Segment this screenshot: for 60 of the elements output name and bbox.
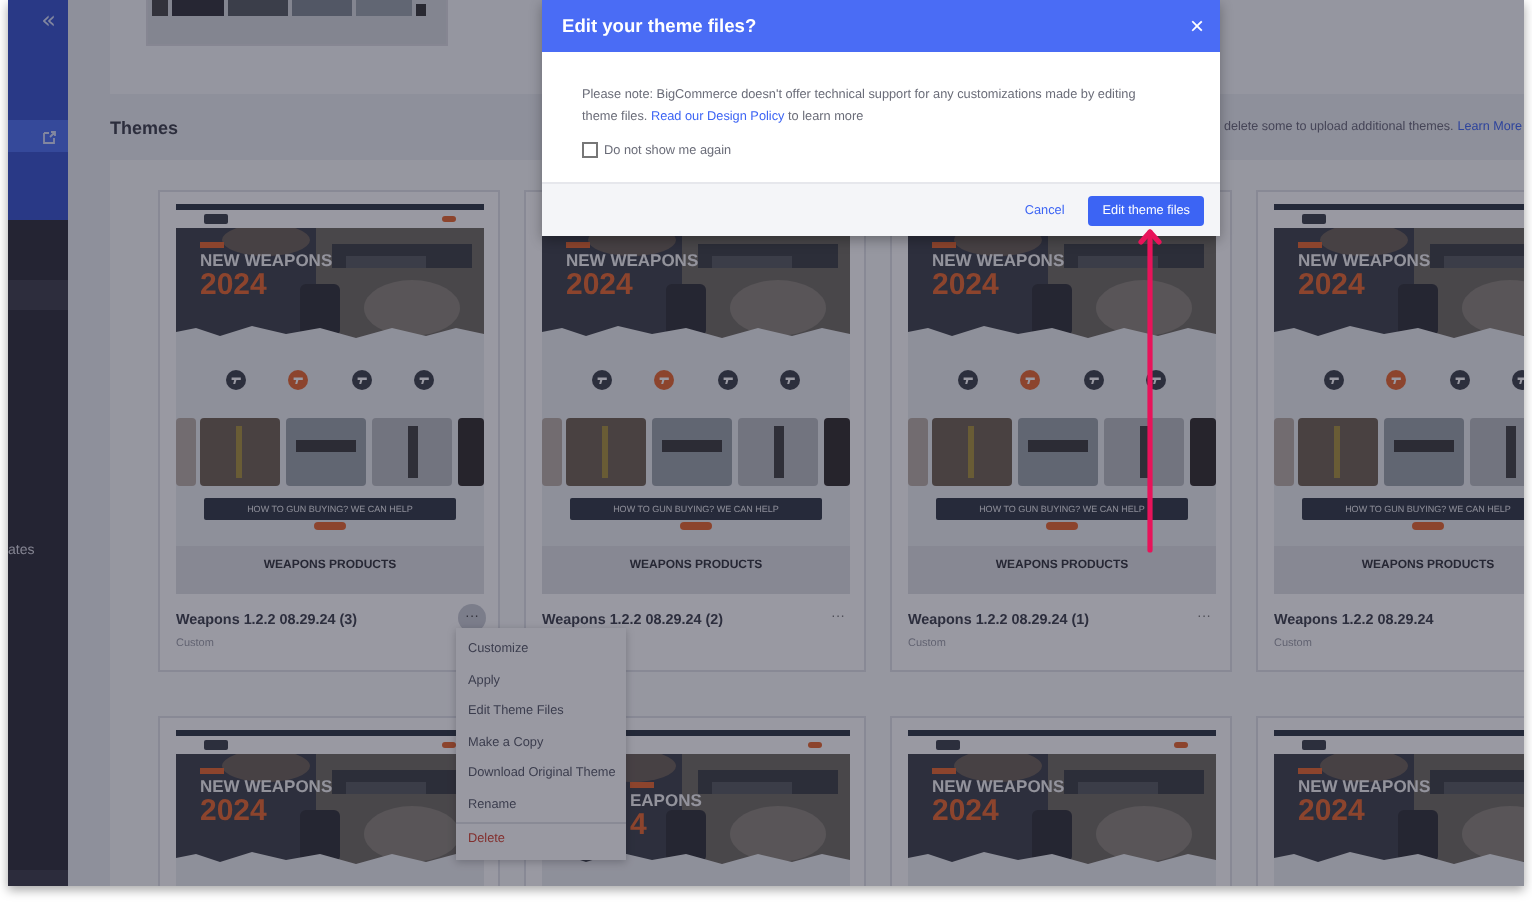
tag-icon [932,242,956,248]
hero-year: 2024 [1298,796,1365,826]
pistol-icon [1020,370,1041,390]
hero-year: 2024 [932,796,999,826]
external-link-icon [42,129,56,143]
pistol-icon [654,370,675,390]
checkbox[interactable] [582,142,598,158]
hero-year: 4 [630,810,647,840]
pistol-icon [717,370,738,390]
tag-icon [200,768,224,774]
tag-icon [932,768,956,774]
pistol-icon [1083,370,1104,390]
hero-heading: NEW WEAPONS [566,252,699,270]
hero-year: 2024 [200,270,267,300]
logo-icon [936,740,960,750]
logo-icon [204,740,228,750]
hero-heading: NEW WEAPONS [1298,252,1431,270]
nav-pill-icon [808,742,822,748]
dialog-title: Edit your theme files? [562,16,757,36]
close-button[interactable]: × [1189,14,1204,38]
nav-pill-icon [442,216,456,222]
section-heading: Themes [110,117,179,137]
pistol-icon [225,370,246,390]
banner-button-icon [314,522,346,530]
hero-heading: NEW WEAPONS [200,252,333,270]
hero-heading: NEW WEAPONS [1298,778,1431,796]
hero-heading: EAPONS [630,792,702,810]
pistol-icon [1386,370,1407,390]
hero-heading: NEW WEAPONS [932,252,1065,270]
nav-pill-icon [1174,742,1188,748]
tag-icon [1298,242,1322,248]
pistol-icon [351,370,372,390]
pistol-icon [414,370,435,390]
hero-heading: NEW WEAPONS [200,778,333,796]
tag-icon [200,242,224,248]
banner-button-icon [1412,522,1444,530]
hero-year: 2024 [932,270,999,300]
banner-button-icon [680,522,712,530]
pistol-icon [1146,370,1167,390]
tag-icon [566,242,590,248]
tag-icon [1298,768,1322,774]
pistol-icon [780,370,801,390]
tag-icon [630,782,654,788]
nav-pill-icon [442,742,456,748]
pistol-icon [288,370,309,390]
logo-icon [1302,214,1326,224]
pistol-icon [591,370,612,390]
logo-icon [204,214,228,224]
hero-year: 2024 [200,796,267,826]
hero-year: 2024 [1298,270,1365,300]
hero-heading: NEW WEAPONS [932,778,1065,796]
sidebar-item[interactable] [8,120,68,152]
logo-icon [1302,740,1326,750]
pistol-icon [1323,370,1344,390]
collapse-button[interactable]: « [41,8,56,32]
banner-button-icon [1046,522,1078,530]
hero-year: 2024 [566,270,633,300]
pistol-icon [957,370,978,390]
pistol-icon [1449,370,1470,390]
sidebar-footer [8,870,68,886]
